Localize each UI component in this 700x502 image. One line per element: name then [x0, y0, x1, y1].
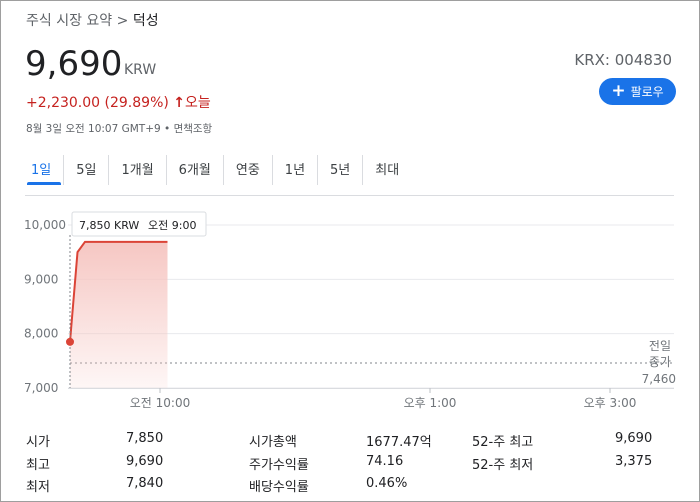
tabs-divider	[25, 195, 674, 196]
stat-value-low: 7,840	[126, 476, 164, 491]
tab-ytd[interactable]: 연중	[222, 155, 272, 185]
follow-button[interactable]: + 팔로우	[599, 78, 676, 105]
stat-value-52w-high: 9,690	[615, 431, 653, 446]
tab-max[interactable]: 최대	[362, 155, 411, 185]
stat-label-52w-high: 52-주 최고	[472, 435, 534, 450]
up-arrow-icon: ↑	[173, 95, 186, 111]
stat-value-market-cap: 1677.47억	[366, 435, 432, 450]
stat-value-dividend-yield: 0.46%	[366, 476, 408, 491]
previous-close-value: 7,460	[642, 372, 676, 386]
stat-label-52w-low: 52-주 최저	[472, 458, 534, 473]
stat-label-pe-ratio: 주가수익률	[249, 458, 309, 473]
stat-value-open: 7,850	[126, 431, 164, 446]
stat-value-pe-ratio: 74.16	[366, 454, 404, 469]
tab-5d[interactable]: 5일	[63, 155, 108, 185]
tab-1m[interactable]: 1개월	[108, 155, 165, 185]
breadcrumb-parent-link[interactable]: 주식 시장 요약	[26, 13, 112, 29]
tooltip-price: 7,850 KRW	[79, 219, 139, 232]
tab-6m[interactable]: 6개월	[165, 155, 223, 185]
previous-close-label: 전일	[649, 339, 671, 353]
y-tick-label: 9,000	[24, 272, 58, 286]
stat-label-open: 시가	[26, 435, 50, 450]
price-chart[interactable]: 10,000 9,000 8,000 7,000 오전 10:00 오후 1:00 오후 3…	[0, 200, 700, 415]
range-tabs: 1일 5일 1개월 6개월 연중 1년 5년 최대	[25, 155, 411, 185]
price-change: +2,230.00 (29.89%) ↑오늘	[26, 92, 211, 112]
y-tick-label: 8,000	[24, 327, 58, 341]
price-area	[70, 241, 168, 388]
change-value: +2,230.00 (29.89%)	[26, 95, 169, 111]
timestamp-disclaimer: 8월 3일 오전 10:07 GMT+9 • 면책조항	[26, 123, 213, 135]
change-period: 오늘	[185, 95, 211, 111]
x-tick-label: 오전 10:00	[130, 396, 190, 410]
previous-close-label: 종가	[649, 355, 671, 369]
stat-label-dividend-yield: 배당수익률	[249, 480, 309, 495]
stock-price: 9,690	[25, 44, 123, 84]
x-tick-label: 오후 1:00	[404, 396, 457, 410]
y-tick-label: 7,000	[24, 381, 58, 395]
stat-value-52w-low: 3,375	[615, 454, 653, 469]
tooltip-time: 오전 9:00	[148, 219, 196, 232]
stat-label-market-cap: 시가총액	[249, 435, 297, 450]
x-tick-label: 오후 3:00	[584, 396, 637, 410]
exchange-ticker: KRX: 004830	[574, 51, 672, 69]
follow-button-label: 팔로우	[630, 85, 664, 99]
hover-point	[66, 337, 74, 346]
plus-icon: +	[611, 81, 626, 101]
breadcrumb-current: 덕성	[132, 13, 159, 29]
breadcrumb: 주식 시장 요약 > 덕성	[26, 10, 159, 30]
tab-5y[interactable]: 5년	[317, 155, 362, 185]
y-tick-label: 10,000	[24, 218, 66, 232]
tab-1d[interactable]: 1일	[25, 155, 63, 185]
tab-1y[interactable]: 1년	[271, 155, 317, 185]
breadcrumb-separator: >	[116, 13, 129, 29]
stat-label-high: 최고	[26, 458, 50, 473]
currency-label: KRW	[124, 62, 157, 78]
stat-label-low: 최저	[26, 480, 50, 495]
stat-value-high: 9,690	[126, 454, 164, 469]
